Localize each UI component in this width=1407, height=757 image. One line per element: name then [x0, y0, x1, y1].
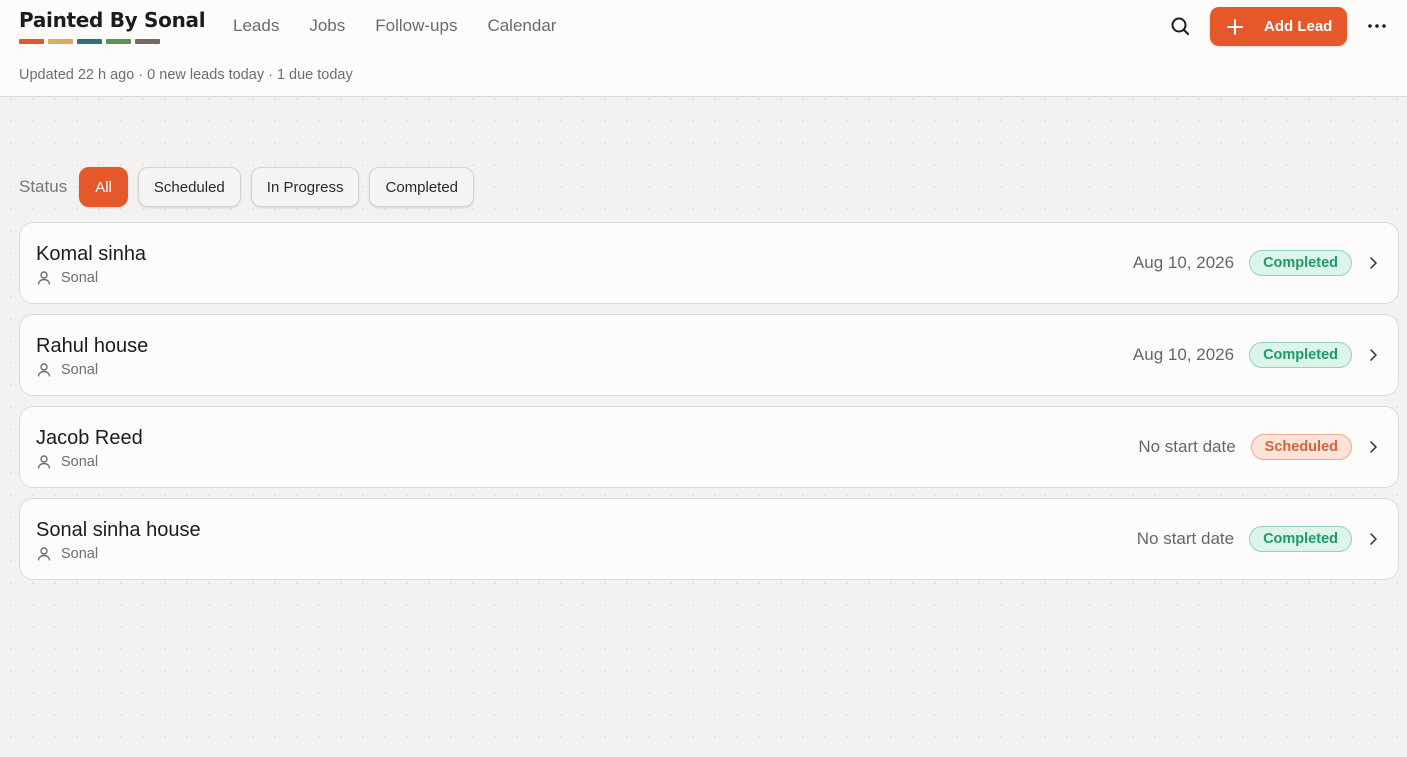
job-name: Jacob Reed — [36, 427, 143, 449]
job-card[interactable]: Rahul house Sonal Aug 10, 2026 Completed — [19, 314, 1399, 396]
job-owner: Sonal — [36, 454, 98, 470]
swatch — [77, 39, 102, 44]
chevron-right-icon — [1370, 533, 1377, 545]
tab-calendar[interactable]: Calendar — [472, 0, 571, 56]
tab-leads[interactable]: Leads — [218, 0, 294, 56]
chevron-right-icon — [1370, 349, 1377, 361]
filter-label: Status — [19, 177, 68, 196]
status-badge: Completed — [1249, 250, 1352, 276]
search-icon — [1171, 17, 1189, 35]
job-date: No start date — [1138, 437, 1236, 456]
add-lead-button[interactable]: Add Lead — [1210, 7, 1347, 46]
filter-completed[interactable]: Completed — [369, 167, 475, 207]
more-options-button[interactable] — [1365, 14, 1389, 38]
status-filter: Status All Scheduled In Progress Complet… — [19, 167, 484, 207]
search-button[interactable] — [1168, 14, 1192, 38]
job-card[interactable]: Sonal sinha house Sonal No start date Co… — [19, 498, 1399, 580]
job-meta: Aug 10, 2026 Completed — [1133, 223, 1380, 303]
swatch — [135, 39, 160, 44]
job-meta: Aug 10, 2026 Completed — [1133, 315, 1380, 395]
filter-in-progress[interactable]: In Progress — [250, 167, 360, 207]
swatch — [19, 39, 44, 44]
brand: Painted By Sonal — [19, 8, 206, 44]
job-date: No start date — [1136, 529, 1235, 548]
swatch — [106, 39, 131, 44]
swatch — [48, 39, 73, 44]
job-name: Sonal sinha house — [36, 519, 201, 541]
add-lead-label: Add Lead — [1264, 18, 1333, 35]
job-owner: Sonal — [36, 270, 98, 286]
job-date: Aug 10, 2026 — [1132, 345, 1235, 364]
owner-name: Sonal — [61, 270, 99, 286]
filter-all[interactable]: All — [79, 167, 128, 207]
jobs-list: Komal sinha Sonal Aug 10, 2026 Completed… — [19, 222, 1399, 590]
status-summary: Updated 22 h ago · 0 new leads today · 1… — [19, 67, 353, 83]
status-badge: Completed — [1249, 526, 1352, 552]
tab-jobs[interactable]: Jobs — [294, 0, 360, 56]
more-horizontal-icon — [1368, 24, 1386, 28]
user-icon — [37, 455, 51, 469]
job-date: Aug 10, 2026 — [1132, 253, 1235, 272]
job-meta: No start date Scheduled — [1138, 407, 1380, 487]
job-owner: Sonal — [36, 546, 98, 562]
status-badge: Scheduled — [1250, 434, 1352, 460]
tab-follow-ups[interactable]: Follow-ups — [360, 0, 472, 56]
owner-name: Sonal — [61, 454, 99, 470]
app-header: Painted By Sonal Leads Jobs Follow-ups C… — [0, 0, 1407, 97]
job-name: Rahul house — [36, 335, 149, 357]
main-nav: Leads Jobs Follow-ups Calendar — [218, 0, 571, 56]
user-icon — [37, 363, 51, 377]
brand-title: Painted By Sonal — [19, 8, 206, 32]
plus-icon — [1227, 18, 1243, 35]
chevron-right-icon — [1370, 257, 1377, 269]
owner-name: Sonal — [61, 546, 99, 562]
job-name: Komal sinha — [36, 243, 147, 265]
status-badge: Completed — [1249, 342, 1352, 368]
brand-swatches — [19, 39, 205, 44]
job-owner: Sonal — [36, 362, 98, 378]
job-meta: No start date Completed — [1137, 499, 1380, 579]
chevron-right-icon — [1370, 441, 1377, 453]
job-card[interactable]: Komal sinha Sonal Aug 10, 2026 Completed — [19, 222, 1399, 304]
user-icon — [37, 271, 51, 285]
job-card[interactable]: Jacob Reed Sonal No start date Scheduled — [19, 406, 1399, 488]
user-icon — [37, 547, 51, 561]
filter-scheduled[interactable]: Scheduled — [137, 167, 241, 207]
owner-name: Sonal — [61, 362, 99, 378]
